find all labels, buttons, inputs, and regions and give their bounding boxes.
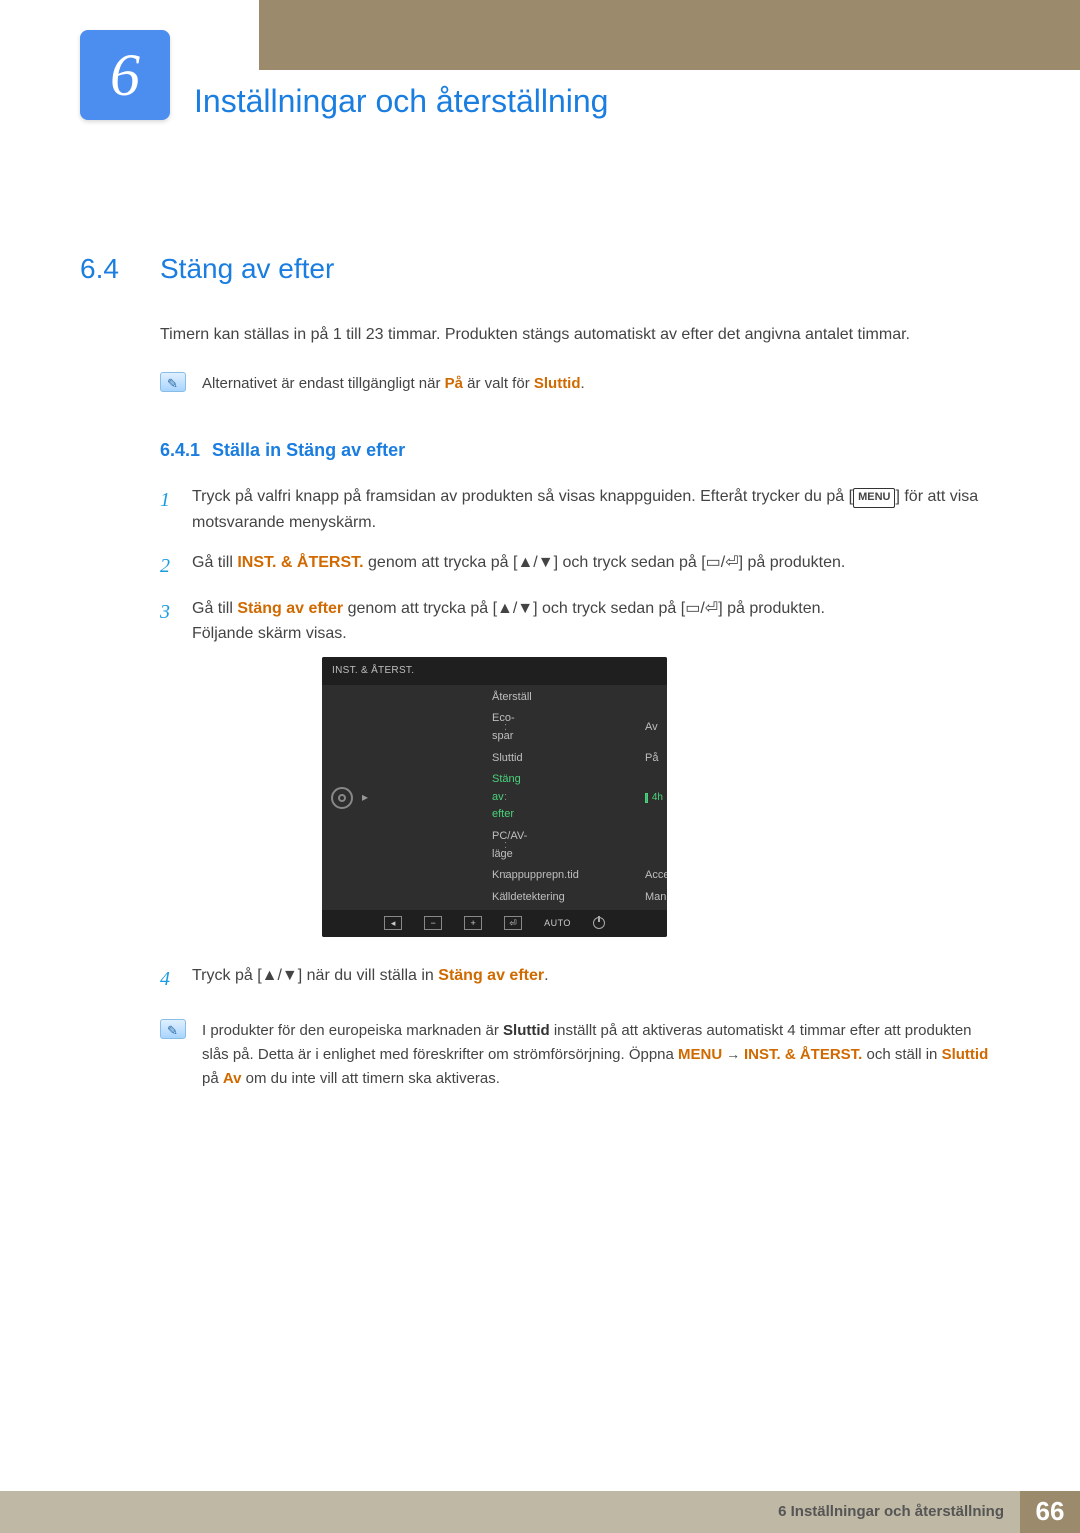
note-hi-2: Sluttid (534, 375, 581, 392)
osd-btn-back-icon: ◂ (384, 916, 402, 930)
osd-row-6-label: Källdetektering (492, 889, 504, 907)
note-text-c: . (581, 375, 585, 392)
note-availability: Alternativet är endast tillgängligt när … (160, 372, 1000, 396)
select-icon: ▭/⏎ (685, 600, 718, 617)
osd-row-3-label: Stäng av efter (492, 771, 504, 824)
osd-row-2-label: Sluttid (492, 750, 504, 768)
chapter-badge: 6 (80, 30, 170, 120)
osd-row-1-val: Av (645, 719, 663, 737)
step-3: 3 Gå till Stäng av efter genom att tryck… (160, 596, 1000, 949)
osd-row-5-val: Acceleration (645, 867, 663, 885)
osd-title: INST. & ÅTERST. (322, 657, 667, 685)
note-text-b: är valt för (463, 375, 534, 392)
osd-slider: 4h (645, 790, 663, 806)
note-eu-market: I produkter för den europeiska marknaden… (160, 1019, 1000, 1091)
arrow-right-icon: → (722, 1046, 744, 1062)
select-icon: ▭/⏎ (706, 554, 739, 571)
osd-row-0-label: Återställ (492, 689, 504, 707)
step-list: 1 Tryck på valfri knapp på framsidan av … (160, 484, 1000, 994)
section-title: Stäng av efter (160, 247, 334, 292)
subsection-title: Ställa in Stäng av efter (212, 436, 405, 465)
step-2: 2 Gå till INST. & ÅTERST. genom att tryc… (160, 550, 1000, 582)
monitor-screenshot: INST. & ÅTERST. Återställ ▸ Eco-spar:Av … (322, 657, 667, 937)
osd-row-6-val: Manuellt (645, 889, 663, 907)
section-intro: Timern kan ställas in på 1 till 23 timma… (160, 322, 1000, 348)
page-header: 6 Inställningar och återställning (0, 30, 1080, 127)
osd-btn-enter-icon: ⏎ (504, 916, 522, 930)
osd-row-1-label: Eco-spar (492, 710, 504, 745)
osd-row-5-label: Knappupprepn.tid (492, 867, 504, 885)
section-heading: 6.4 Stäng av efter (80, 247, 1000, 292)
chapter-title: Inställningar och återställning (194, 76, 608, 127)
updown-icon: ▲/▼ (262, 967, 298, 984)
osd-btn-auto: AUTO (544, 916, 571, 930)
note-icon (160, 1019, 186, 1039)
note-text-a: Alternativet är endast tillgängligt när (202, 375, 445, 392)
chevron-right-icon: ▸ (362, 788, 492, 807)
step-4: 4 Tryck på [▲/▼] när du vill ställa in S… (160, 963, 1000, 995)
updown-icon: ▲/▼ (497, 600, 533, 617)
footer-text: 6 Inställningar och återställning (0, 1491, 1020, 1533)
footer-page-number: 66 (1020, 1491, 1080, 1533)
osd-btn-minus-icon: − (424, 916, 442, 930)
osd-footer: ◂ − + ⏎ AUTO (322, 910, 667, 936)
note-icon (160, 372, 186, 392)
osd-row-4-label: PC/AV-läge (492, 828, 504, 863)
note-hi-1: På (445, 375, 463, 392)
section-number: 6.4 (80, 247, 140, 292)
updown-icon: ▲/▼ (517, 554, 553, 571)
osd-row-2-val: På (645, 750, 663, 768)
menu-badge-icon: MENU (853, 488, 895, 508)
osd-btn-power-icon (593, 917, 605, 929)
subsection-heading: 6.4.1 Ställa in Stäng av efter (160, 436, 1000, 465)
osd-btn-plus-icon: + (464, 916, 482, 930)
subsection-number: 6.4.1 (160, 436, 200, 465)
step-1: 1 Tryck på valfri knapp på framsidan av … (160, 484, 1000, 535)
gear-icon (322, 787, 362, 809)
page-footer: 6 Inställningar och återställning 66 (0, 1491, 1080, 1533)
